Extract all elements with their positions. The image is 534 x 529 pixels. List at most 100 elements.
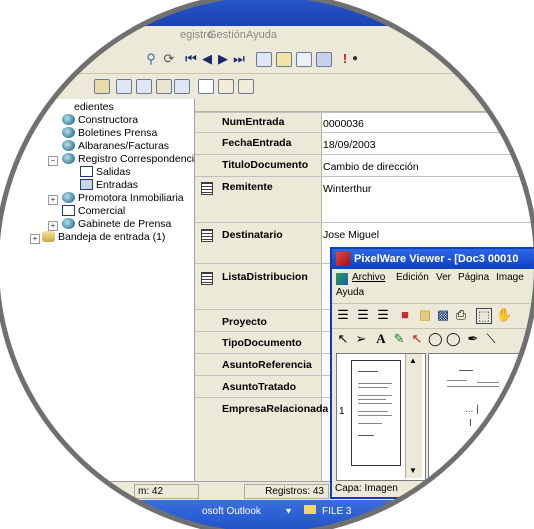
- highlighter-icon[interactable]: ✎: [392, 332, 406, 346]
- properties-icon[interactable]: [238, 79, 254, 94]
- form-header: 4: [195, 99, 534, 112]
- page-number: 1: [339, 406, 345, 417]
- disc-icon: [62, 114, 75, 125]
- expand-icon[interactable]: +: [48, 195, 58, 205]
- align-icon[interactable]: ☰: [356, 308, 370, 322]
- first-record-icon[interactable]: ⏮: [184, 52, 198, 66]
- taskbar-item-outlook[interactable]: osoft Outlook: [202, 506, 261, 517]
- field-value[interactable]: 0000036: [323, 118, 364, 130]
- viewer-app-icon[interactable]: [336, 273, 348, 285]
- disc-icon: [62, 127, 75, 138]
- expand-icon[interactable]: +: [30, 234, 40, 244]
- search-icon[interactable]: ⚲: [144, 52, 158, 66]
- multi-select-icon[interactable]: ➢: [354, 332, 368, 346]
- tree-item-salidas[interactable]: Salidas: [80, 166, 130, 178]
- viewer-menu-edicion[interactable]: Edición: [396, 272, 429, 283]
- pixelware-viewer-window: PixelWare Viewer - [Doc3 00010 Archivo E…: [330, 247, 534, 499]
- folder-icon: [62, 205, 75, 216]
- viewer-menu-image[interactable]: Image: [496, 272, 524, 283]
- field-label: TituloDocumento: [222, 159, 309, 171]
- menu-ayuda[interactable]: Ayuda: [246, 29, 277, 41]
- folder-icon[interactable]: [276, 52, 292, 67]
- previous-record-icon[interactable]: ◀: [200, 52, 214, 66]
- pointer-icon[interactable]: ↖: [336, 332, 350, 346]
- lookup-list-icon[interactable]: [201, 182, 213, 195]
- folder-icon: [80, 166, 93, 177]
- viewer-toolbar: ☰ ☰ ☰ ■ ▨ ▩ ⎙ ⬚ ✋: [332, 303, 534, 328]
- arrow-icon[interactable]: ↖: [410, 332, 424, 346]
- viewer-menu-ver[interactable]: Ver: [436, 272, 451, 283]
- align-icon[interactable]: ☰: [376, 308, 390, 322]
- save-icon[interactable]: ▩: [436, 308, 450, 322]
- image-icon[interactable]: ■: [398, 308, 412, 322]
- document-icon[interactable]: [256, 52, 272, 67]
- viewer-menu-ayuda[interactable]: Ayuda: [336, 287, 364, 298]
- tree-item-boletines[interactable]: Boletines Prensa: [62, 127, 157, 139]
- disc-icon: [62, 153, 75, 164]
- select-region-icon[interactable]: ⬚: [476, 308, 492, 324]
- duplicate-icon[interactable]: [198, 79, 214, 94]
- paste-special-icon[interactable]: [218, 79, 234, 94]
- tree-item-gabinete[interactable]: Gabinete de Prensa: [62, 218, 171, 230]
- disc-icon: [62, 218, 75, 229]
- copy-icon[interactable]: [296, 52, 312, 67]
- paste-icon[interactable]: [116, 79, 132, 94]
- pan-icon[interactable]: ✋: [496, 308, 512, 322]
- align-icon[interactable]: ☰: [336, 308, 350, 322]
- line-icon[interactable]: ⟍: [484, 332, 498, 346]
- tree-item-pendientes[interactable]: edientes: [74, 101, 114, 113]
- field-row: Remitente Winterthur: [195, 176, 534, 223]
- viewer-titlebar[interactable]: PixelWare Viewer - [Doc3 00010: [332, 249, 534, 269]
- tree-item-comercial[interactable]: Comercial: [62, 205, 125, 217]
- field-label: FechaEntrada: [222, 137, 292, 149]
- ellipse-icon[interactable]: ◯: [428, 332, 443, 346]
- field-value[interactable]: Jose Miguel: [323, 229, 379, 241]
- scroll-down-icon[interactable]: ▼: [409, 466, 417, 475]
- viewer-menu-archivo[interactable]: Archivo: [352, 272, 385, 283]
- circle-icon[interactable]: ◯: [446, 332, 461, 346]
- field-value[interactable]: Cambio de dirección: [323, 161, 419, 173]
- next-record-icon[interactable]: ▶: [216, 52, 230, 66]
- copy-record-icon[interactable]: [136, 79, 152, 94]
- expand-icon[interactable]: +: [48, 221, 58, 231]
- print-icon[interactable]: ⎙: [454, 308, 468, 322]
- save-icon[interactable]: [316, 52, 332, 67]
- thumbnail-scrollbar[interactable]: ▲ ▼: [405, 354, 422, 478]
- pen-icon[interactable]: ✒: [466, 332, 480, 346]
- viewer-menu-pagina[interactable]: Página: [458, 272, 489, 283]
- tree-item-registro[interactable]: Registro Correspondencia: [62, 153, 200, 165]
- field-row: FechaEntrada 18/09/2003: [195, 132, 534, 155]
- lookup-list-icon[interactable]: [201, 272, 213, 285]
- tree-item-constructora[interactable]: Constructora: [62, 114, 138, 126]
- edit-record-icon[interactable]: [156, 79, 172, 94]
- text-icon[interactable]: A: [374, 332, 388, 346]
- menu-gestion[interactable]: Gestión: [208, 29, 246, 41]
- edit-icon[interactable]: [94, 79, 110, 94]
- field-row: NumEntrada 0000036: [195, 112, 534, 133]
- tree-item-entradas[interactable]: Entradas: [80, 179, 138, 191]
- secondary-toolbar: [0, 74, 534, 98]
- tree-item-bandeja[interactable]: Bandeja de entrada (1): [42, 231, 165, 243]
- page-view[interactable]: ... | I: [428, 353, 534, 481]
- header-number: 4: [514, 99, 520, 110]
- field-label: AsuntoTratado: [222, 381, 297, 393]
- scroll-up-icon[interactable]: ▲: [409, 356, 417, 365]
- field-label: Remitente: [222, 181, 273, 193]
- delete-record-icon[interactable]: [174, 79, 190, 94]
- window-titlebar: [0, 0, 534, 26]
- field-label: NumEntrada: [222, 116, 285, 128]
- tree-item-albaranes[interactable]: Albaranes/Facturas: [62, 140, 169, 152]
- taskbar-item-file[interactable]: FILE 3: [322, 506, 351, 517]
- collapse-icon[interactable]: −: [48, 156, 58, 166]
- main-toolbar: ⚲ ⟳ ⏮ ◀ ▶ ⏭ ! ●: [0, 47, 534, 74]
- tree-item-promotora[interactable]: Promotora Inmobiliaria: [62, 192, 184, 204]
- refresh-icon[interactable]: ⟳: [162, 52, 176, 66]
- page-thumbnail[interactable]: [351, 360, 401, 466]
- field-value[interactable]: Winterthur: [323, 183, 371, 195]
- open-folder-icon[interactable]: ▨: [418, 308, 432, 322]
- last-record-icon[interactable]: ⏭: [232, 52, 246, 66]
- field-value[interactable]: 18/09/2003: [323, 139, 376, 151]
- binoculars-icon[interactable]: ●: [348, 52, 362, 66]
- lookup-list-icon[interactable]: [201, 229, 213, 242]
- chevron-down-icon[interactable]: ▾: [286, 506, 291, 517]
